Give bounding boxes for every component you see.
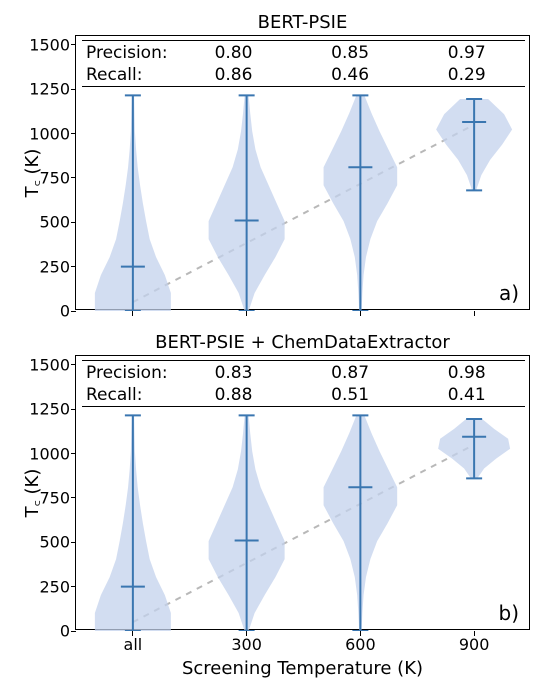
- table-rule: [82, 40, 525, 41]
- stats-table: Precision:0.830.870.98Recall:0.880.510.4…: [82, 362, 525, 406]
- panel-title: BERT-PSIE: [76, 12, 529, 33]
- x-tick: [132, 311, 133, 316]
- dashed-guide-line: [133, 445, 474, 622]
- panel-a: BERT-PSIE0250500750100012501500a)Precisi…: [75, 35, 530, 310]
- stats-cell: 0.85: [292, 42, 409, 64]
- x-tick-label: 900: [459, 635, 490, 654]
- stats-cell: 0.80: [175, 42, 292, 64]
- panel-title: BERT-PSIE + ChemDataExtractor: [76, 332, 529, 353]
- stats-cell: 0.87: [292, 362, 409, 384]
- stats-cell: 0.51: [292, 384, 409, 406]
- stats-row: Precision:0.800.850.97: [82, 42, 525, 64]
- stats-cell: 0.98: [408, 362, 525, 384]
- stats-row: Recall:0.880.510.41: [82, 384, 525, 406]
- table-rule: [82, 86, 525, 87]
- stats-table: Precision:0.800.850.97Recall:0.860.460.2…: [82, 42, 525, 86]
- y-tick-label: 1000: [29, 444, 70, 463]
- stats-cell: 0.41: [408, 384, 525, 406]
- y-tick-label: 500: [39, 213, 70, 232]
- stats-cell: 0.46: [292, 64, 409, 86]
- panel-label: a): [499, 281, 519, 305]
- y-tick-label: 750: [39, 488, 70, 507]
- stats-head: Recall:: [82, 384, 175, 406]
- stats-cell: 0.86: [175, 64, 292, 86]
- y-tick-label: 250: [39, 257, 70, 276]
- y-tick-label: 500: [39, 533, 70, 552]
- x-tick: [360, 311, 361, 316]
- y-tick-label: 0: [60, 302, 70, 321]
- y-tick-label: 250: [39, 577, 70, 596]
- y-tick-label: 1500: [29, 35, 70, 54]
- stats-row: Recall:0.860.460.29: [82, 64, 525, 86]
- x-tick: [246, 311, 247, 316]
- y-tick-label: 0: [60, 622, 70, 641]
- table-rule: [82, 360, 525, 361]
- stats-head: Precision:: [82, 362, 175, 384]
- y-axis-label: T꜀ (K): [20, 463, 44, 523]
- stats-cell: 0.97: [408, 42, 525, 64]
- x-axis-label: Screening Temperature (K): [75, 658, 530, 679]
- x-tick: [474, 311, 475, 316]
- y-tick-label: 1000: [29, 124, 70, 143]
- y-tick-label: 1250: [29, 80, 70, 99]
- table-rule: [82, 406, 525, 407]
- y-axis-label: T꜀ (K): [20, 143, 44, 203]
- dashed-guide-line: [133, 125, 474, 302]
- y-tick-label: 1250: [29, 400, 70, 419]
- panel-label: b): [499, 601, 520, 625]
- stats-head: Recall:: [82, 64, 175, 86]
- panel-b: BERT-PSIE + ChemDataExtractor02505007501…: [75, 355, 530, 630]
- stats-cell: 0.29: [408, 64, 525, 86]
- stats-cell: 0.83: [175, 362, 292, 384]
- stats-row: Precision:0.830.870.98: [82, 362, 525, 384]
- y-tick-label: 750: [39, 168, 70, 187]
- x-tick-label: 300: [231, 635, 262, 654]
- stats-cell: 0.88: [175, 384, 292, 406]
- stats-head: Precision:: [82, 42, 175, 64]
- x-tick-label: all: [124, 635, 143, 654]
- y-tick-label: 1500: [29, 355, 70, 374]
- x-tick-label: 600: [345, 635, 376, 654]
